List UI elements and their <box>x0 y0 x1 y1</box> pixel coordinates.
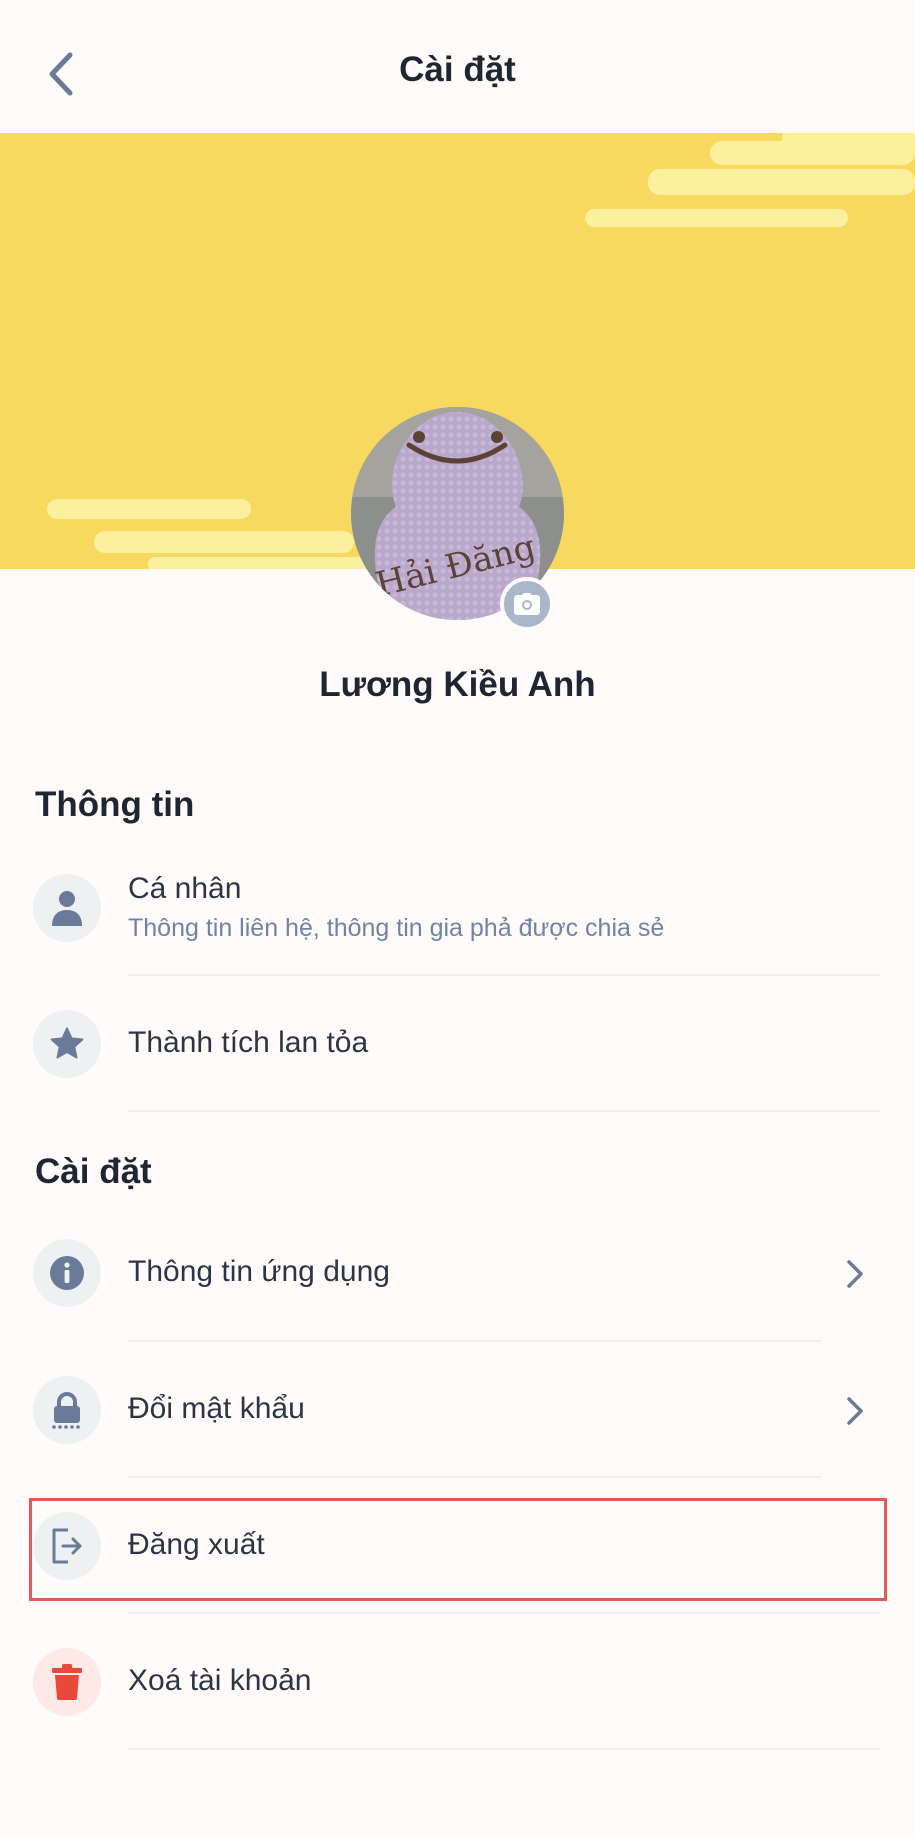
top-bar: Cài đặt <box>0 0 915 133</box>
trash-icon <box>52 1664 82 1700</box>
menu-item-app-info[interactable]: Thông tin ứng dụng <box>0 1239 915 1309</box>
menu-item-sublabel: Thông tin liên hệ, thông tin gia phả đượ… <box>128 914 665 942</box>
divider <box>128 1340 821 1342</box>
row-icon-container <box>33 1648 101 1716</box>
menu-item-label: Đổi mật khẩu <box>128 1392 305 1425</box>
divider <box>128 1748 880 1750</box>
row-icon-container <box>33 1512 101 1580</box>
menu-item-label: Cá nhân <box>128 872 242 905</box>
row-icon-container <box>33 1239 101 1307</box>
change-avatar-button[interactable] <box>500 577 554 631</box>
cloud-decoration <box>94 531 354 553</box>
divider <box>128 1110 880 1112</box>
avatar-container: Hải Đăng <box>351 407 564 631</box>
menu-item-label: Đăng xuất <box>128 1528 265 1561</box>
cloud-decoration <box>585 209 848 227</box>
camera-icon <box>514 593 540 615</box>
menu-item-delete-account[interactable]: Xoá tài khoản <box>0 1648 915 1718</box>
divider <box>128 1476 821 1478</box>
user-name: Lương Kiều Anh <box>319 665 596 704</box>
menu-item-label: Thành tích lan tỏa <box>128 1026 369 1059</box>
person-icon <box>52 891 82 926</box>
lock-icon <box>52 1392 80 1429</box>
menu-item-change-password[interactable]: Đổi mật khẩu <box>0 1376 915 1446</box>
page-title: Cài đặt <box>399 50 516 89</box>
cloud-decoration <box>47 499 251 519</box>
row-icon-container <box>33 1010 101 1078</box>
menu-item-achievements[interactable]: Thành tích lan tỏa <box>0 1010 915 1080</box>
row-icon-container <box>33 874 101 942</box>
logout-icon <box>52 1528 82 1564</box>
menu-item-logout[interactable]: Đăng xuất <box>0 1512 915 1582</box>
menu-item-label: Thông tin ứng dụng <box>128 1255 390 1288</box>
divider <box>128 974 880 976</box>
menu-item-label: Xoá tài khoản <box>128 1664 312 1697</box>
menu-item-personal[interactable]: Cá nhân Thông tin liên hệ, thông tin gia… <box>0 864 915 974</box>
cloud-decoration <box>710 141 915 165</box>
divider <box>128 1612 880 1614</box>
cloud-decoration <box>648 169 915 195</box>
info-icon <box>50 1256 84 1290</box>
section-title-info: Thông tin <box>35 785 195 824</box>
chevron-right-icon <box>840 1391 870 1431</box>
chevron-right-icon <box>840 1254 870 1294</box>
row-icon-container <box>33 1376 101 1444</box>
star-icon <box>50 1027 84 1059</box>
section-title-settings: Cài đặt <box>35 1152 152 1191</box>
